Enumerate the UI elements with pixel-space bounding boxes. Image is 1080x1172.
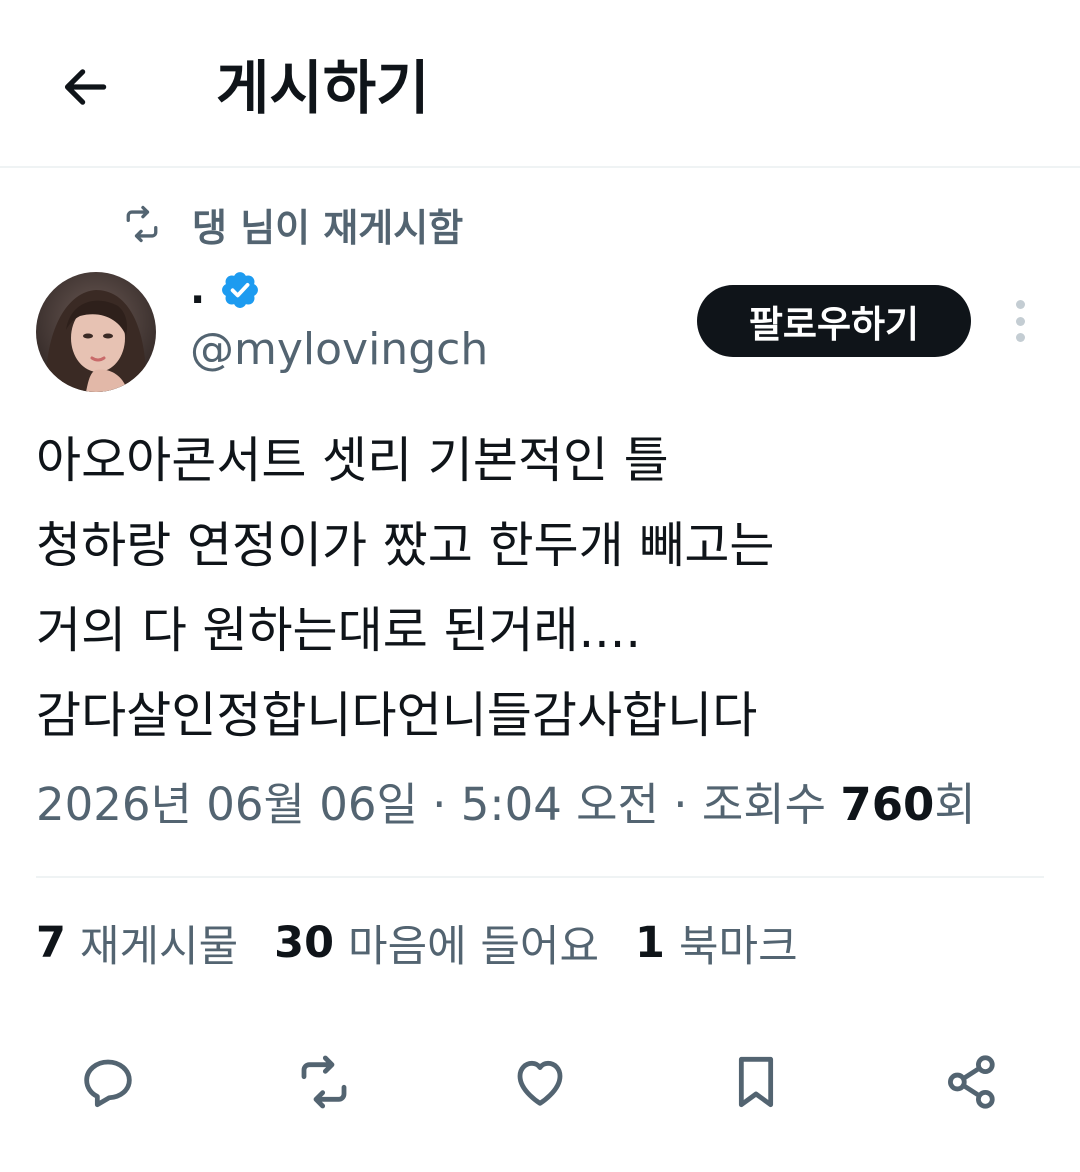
more-options-button[interactable] [1000,296,1040,346]
top-bar: 게시하기 [0,0,1080,168]
verified-badge-icon [222,272,259,308]
bookmark-button[interactable] [714,1040,798,1124]
bookmarks-stat[interactable]: 1 북마크 [635,912,798,974]
reply-icon [84,1059,132,1108]
bookmark-icon [738,1056,774,1108]
likes-count: 30 [274,918,335,968]
action-bar [0,1040,1080,1124]
follow-button[interactable]: 팔로우하기 [697,285,971,357]
reposts-count: 7 [36,918,66,968]
repost-button[interactable] [282,1040,366,1124]
views-suffix: 회 [934,778,976,831]
author-name-row[interactable]: . [190,262,261,318]
views-label: 조회수 [701,778,827,831]
repost-icon [126,205,158,243]
author-handle[interactable]: @mylovingch [190,320,488,380]
reposts-label: 재게시물 [79,922,239,972]
tweet-text-line: 청하랑 연정이가 짰고 한두개 빼고는 [36,517,775,574]
tweet-date[interactable]: 2026년 06월 06일 [36,778,418,831]
repost-attribution-text: 댕 님이 재게시함 [192,205,464,250]
heart-icon [517,1060,563,1106]
divider [36,876,1044,878]
repost-icon [301,1055,347,1109]
arrow-left-icon [64,69,107,105]
bookmarks-label: 북마크 [678,922,798,972]
meta-separator: · [417,778,461,831]
more-vertical-icon-dot [1015,316,1025,326]
likes-label: 마음에 들어요 [348,922,600,972]
avatar-image [36,272,156,392]
engagement-stats: 7 재게시물 30 마음에 들어요 1 북마크 [36,910,834,976]
avatar[interactable] [36,272,156,392]
tweet-time[interactable]: 5:04 오전 [461,778,659,831]
repost-attribution[interactable]: 댕 님이 재게시함 [120,196,463,252]
share-icon [948,1055,995,1109]
page-title: 게시하기 [216,54,430,122]
likes-stat[interactable]: 30 마음에 들어요 [274,912,599,974]
reply-button[interactable] [66,1040,150,1124]
share-button[interactable] [930,1040,1014,1124]
like-button[interactable] [498,1040,582,1124]
tweet-text-line: 아오아콘서트 셋리 기본적인 틀 [36,432,669,489]
meta-separator: · [658,778,702,831]
reposts-stat[interactable]: 7 재게시물 [36,912,238,974]
tweet-meta: 2026년 06월 06일 · 5:04 오전 · 조회수 760회 [36,772,976,838]
tweet-text: 아오아콘서트 셋리 기본적인 틀 청하랑 연정이가 짰고 한두개 빼고는 거의 … [36,418,1046,758]
more-vertical-icon-dot [1015,333,1025,342]
back-button[interactable] [50,52,120,122]
tweet-text-line: 거의 다 원하는대로 된거래.... [36,602,641,659]
bookmarks-count: 1 [635,918,665,968]
views-count: 760 [840,778,935,831]
more-vertical-icon [1015,300,1025,309]
author-display-name: . [190,267,206,313]
tweet-text-line: 감다살인정합니다언니들감사합니다 [36,687,758,744]
